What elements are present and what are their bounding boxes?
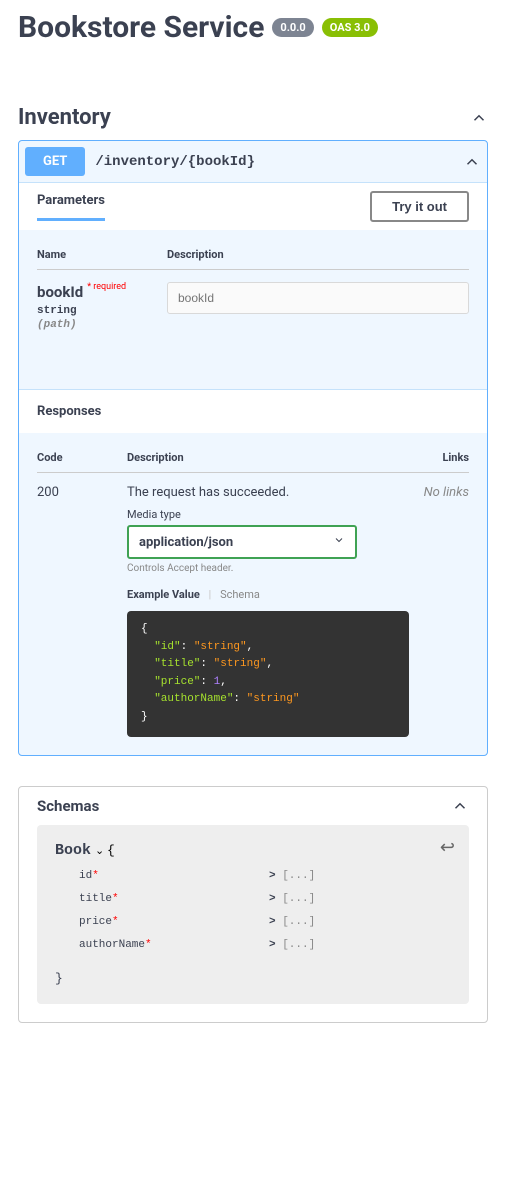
schemas-block: Schemas ↩ Book ⌄ { id*> [...]title*> [..… [18,786,488,1023]
response-code: 200 [37,485,127,737]
expand-icon[interactable]: > [...] [269,934,315,957]
media-type-select[interactable]: application/json [127,525,357,559]
prop-name: authorName* [79,934,269,957]
method-badge: GET [25,147,85,176]
responses-header: Responses [19,389,487,433]
media-type-label: Media type [127,508,409,521]
prop-name: price* [79,911,269,934]
operation-path: /inventory/{bookId} [95,154,453,170]
schema-property: title*> [...] [79,888,451,911]
page-title: Bookstore Service [18,10,264,45]
required-label: * required [87,282,126,292]
col-code-header: Code [37,451,127,464]
response-links: No links [409,485,469,737]
chevron-up-icon [463,153,481,171]
schema-name[interactable]: Book [55,842,91,859]
prop-name: id* [79,865,269,888]
schema-property: id*> [...] [79,865,451,888]
param-type: string [37,305,167,317]
chevron-down-icon [333,534,345,550]
chevron-up-icon [470,109,488,127]
schemas-header[interactable]: Schemas [19,787,487,825]
operation-header[interactable]: GET /inventory/{bookId} [19,141,487,182]
col-name-header: Name [37,248,167,261]
param-in: (path) [37,319,167,331]
chevron-down-icon[interactable]: ⌄ [95,844,107,857]
expand-icon[interactable]: > [...] [269,888,315,911]
example-code: { "id": "string", "title": "string", "pr… [127,611,409,737]
response-message: The request has succeeded. [127,485,409,500]
oas-badge: OAS 3.0 [322,18,378,37]
col-desc-header: Description [167,248,224,261]
schema-property: price*> [...] [79,911,451,934]
parameter-row: bookId * required string (path) [37,282,469,331]
chevron-up-icon [451,797,469,815]
col-links-header: Links [409,451,469,464]
schemas-title: Schemas [37,797,99,815]
col-desc-header: Description [127,451,409,464]
schema-property: authorName*> [...] [79,934,451,957]
expand-icon[interactable]: > [...] [269,865,315,888]
tag-name: Inventory [18,105,111,130]
media-type-value: application/json [139,535,233,550]
media-type-note: Controls Accept header. [127,563,409,574]
try-it-out-button[interactable]: Try it out [370,191,469,222]
response-row: 200 The request has succeeded. Media typ… [37,485,469,737]
version-badge: 0.0.0 [272,18,313,37]
return-icon[interactable]: ↩ [440,837,455,858]
prop-name: title* [79,888,269,911]
tag-header[interactable]: Inventory [0,95,506,140]
schema-model: ↩ Book ⌄ { id*> [...]title*> [...]price*… [37,825,469,1004]
param-input[interactable] [167,282,469,314]
operation-block: GET /inventory/{bookId} Parameters Try i… [18,140,488,756]
expand-icon[interactable]: > [...] [269,911,315,934]
parameters-tab[interactable]: Parameters [37,193,105,221]
tab-example[interactable]: Example Value [127,588,200,601]
param-name: bookId [37,283,83,301]
tab-schema[interactable]: Schema [220,588,260,601]
